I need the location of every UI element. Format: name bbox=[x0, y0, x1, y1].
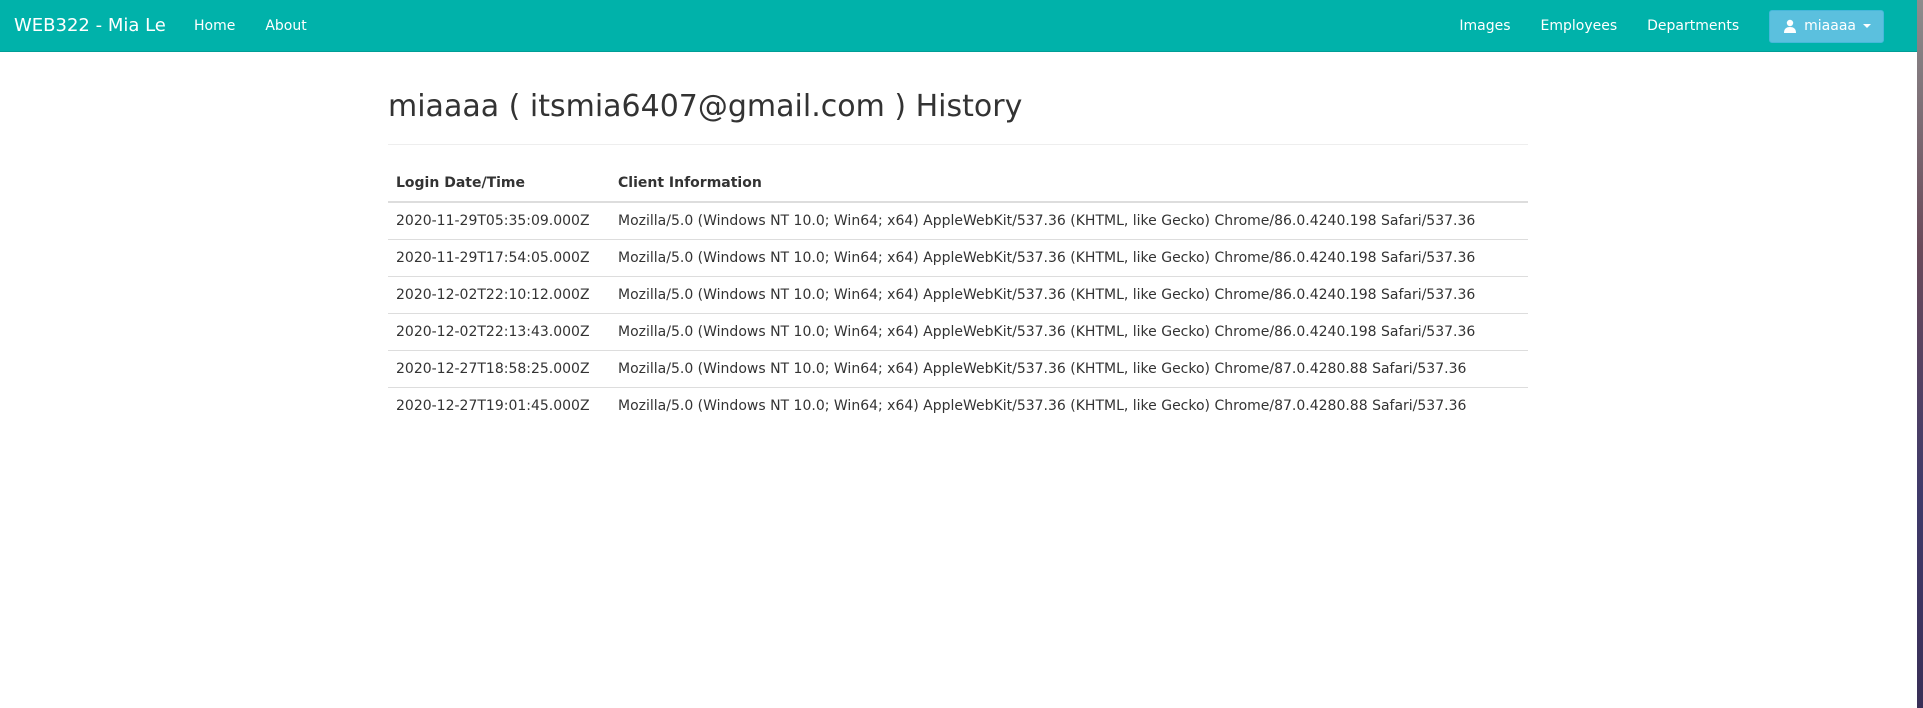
caret-down-icon bbox=[1863, 24, 1871, 28]
page: WEB322 - Mia Le Home About Images Employ… bbox=[0, 0, 1923, 708]
client-info-cell: Mozilla/5.0 (Windows NT 10.0; Win64; x64… bbox=[610, 239, 1528, 277]
client-info-cell: Mozilla/5.0 (Windows NT 10.0; Win64; x64… bbox=[618, 398, 1467, 414]
page-title: miaaaa ( itsmia6407@gmail.com ) History bbox=[388, 89, 1023, 124]
client-info-cell: Mozilla/5.0 (Windows NT 10.0; Win64; x64… bbox=[610, 202, 1528, 240]
user-icon bbox=[1784, 19, 1797, 33]
login-history-table: Login Date/Time Client Information 2020-… bbox=[388, 165, 1528, 424]
table-row: 2020-12-02T22:10:12.000Z Mozilla/5.0 (Wi… bbox=[388, 276, 1528, 314]
nav-right-group: Images Employees Departments miaaaa bbox=[1429, 0, 1884, 52]
client-info-cell: Mozilla/5.0 (Windows NT 10.0; Win64; x64… bbox=[610, 313, 1528, 351]
login-datetime-cell: 2020-12-27T18:58:25.000Z bbox=[388, 350, 610, 388]
client-info-cell: Mozilla/5.0 (Windows NT 10.0; Win64; x64… bbox=[610, 276, 1528, 314]
table-header-row: Login Date/Time Client Information bbox=[388, 165, 1528, 203]
login-datetime-cell: 2020-12-02T22:13:43.000Z bbox=[388, 313, 610, 351]
login-datetime-cell: 2020-12-02T22:10:12.000Z bbox=[388, 276, 610, 314]
top-navbar: WEB322 - Mia Le Home About Images Employ… bbox=[0, 0, 1917, 52]
login-datetime-cell: 2020-12-27T19:01:45.000Z bbox=[396, 398, 590, 414]
user-menu-label: miaaaa bbox=[1804, 18, 1856, 34]
login-datetime-cell: 2020-11-29T05:35:09.000Z bbox=[388, 202, 610, 240]
nav-left-group: Home About bbox=[194, 0, 337, 52]
table-row: 2020-11-29T05:35:09.000Z Mozilla/5.0 (Wi… bbox=[388, 202, 1528, 240]
nav-link-about[interactable]: About bbox=[265, 18, 306, 34]
user-menu-button[interactable]: miaaaa bbox=[1769, 9, 1884, 43]
nav-link-home[interactable]: Home bbox=[194, 18, 235, 34]
nav-link-employees[interactable]: Employees bbox=[1541, 18, 1618, 34]
table-row: 2020-11-29T17:54:05.000Z Mozilla/5.0 (Wi… bbox=[388, 239, 1528, 277]
column-header-login-datetime: Login Date/Time bbox=[388, 165, 610, 203]
title-divider bbox=[388, 144, 1528, 145]
client-info-cell: Mozilla/5.0 (Windows NT 10.0; Win64; x64… bbox=[610, 350, 1528, 388]
nav-link-departments[interactable]: Departments bbox=[1647, 18, 1739, 34]
column-header-client-information: Client Information bbox=[610, 165, 1528, 203]
brand-link[interactable]: WEB322 - Mia Le bbox=[14, 0, 166, 52]
login-datetime-cell: 2020-11-29T17:54:05.000Z bbox=[388, 239, 610, 277]
table-row: 2020-12-27T19:01:45.000Z Mozilla/5.0 (Wi… bbox=[388, 388, 1528, 425]
nav-link-images[interactable]: Images bbox=[1459, 18, 1510, 34]
table-row: 2020-12-02T22:13:43.000Z Mozilla/5.0 (Wi… bbox=[388, 313, 1528, 351]
window-edge-strip bbox=[1917, 0, 1923, 708]
main-content: miaaaa ( itsmia6407@gmail.com ) History … bbox=[388, 52, 1528, 424]
table-row: 2020-12-27T18:58:25.000Z Mozilla/5.0 (Wi… bbox=[388, 350, 1528, 388]
